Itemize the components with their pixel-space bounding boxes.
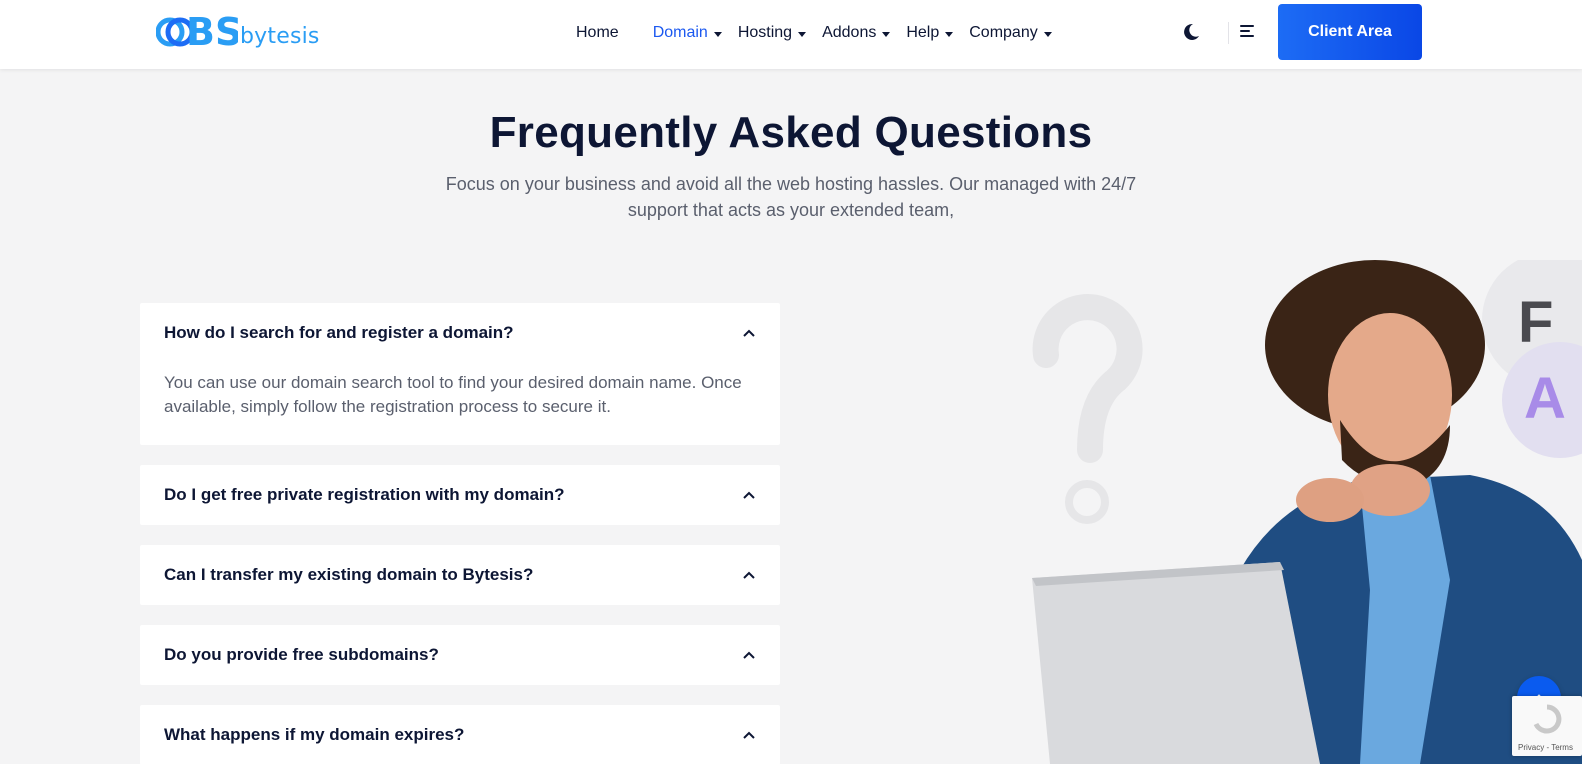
- faq-question: Do I get free private registration with …: [164, 485, 565, 504]
- chevron-up-icon: [743, 571, 755, 579]
- faq-question-toggle[interactable]: Do you provide free subdomains?: [140, 625, 780, 685]
- chevron-down-icon: [945, 31, 954, 37]
- logo-mark: BS: [156, 12, 238, 52]
- faq-question-toggle[interactable]: How do I search for and register a domai…: [140, 303, 780, 363]
- bubble-letter-f: F: [1518, 290, 1553, 355]
- chevron-down-icon: [798, 31, 807, 37]
- recaptcha-badge[interactable]: Privacy - Terms: [1512, 696, 1582, 756]
- faq-item: How do I search for and register a domai…: [140, 303, 780, 445]
- chevron-up-icon: [743, 329, 755, 337]
- site-header: BS bytesis Home Domain Hosting Addons He…: [0, 0, 1582, 69]
- moon-icon[interactable]: [1181, 22, 1201, 42]
- chevron-down-icon: [882, 31, 891, 37]
- person-hand: [1296, 478, 1364, 522]
- logo-letters: BS: [186, 12, 238, 52]
- nav-item-company[interactable]: Company: [969, 24, 1052, 42]
- chevron-up-icon: [743, 651, 755, 659]
- client-area-button[interactable]: Client Area: [1278, 4, 1422, 60]
- chevron-up-icon: [743, 491, 755, 499]
- chevron-down-icon: [1043, 31, 1052, 37]
- faq-question: Can I transfer my existing domain to Byt…: [164, 565, 534, 584]
- logo-name: bytesis: [240, 23, 320, 49]
- faq-item: What happens if my domain expires?: [140, 705, 780, 764]
- header-divider: [1228, 22, 1229, 44]
- recaptcha-icon: [1533, 704, 1562, 734]
- main-nav: Home Domain Hosting Addons Help Company: [576, 20, 1052, 46]
- recaptcha-links[interactable]: Privacy - Terms: [1518, 743, 1573, 752]
- faq-question: What happens if my domain expires?: [164, 725, 465, 744]
- faq-question: How do I search for and register a domai…: [164, 323, 514, 342]
- site-logo[interactable]: BS bytesis: [156, 12, 320, 52]
- nav-item-home[interactable]: Home: [576, 24, 619, 42]
- page-subtitle: Focus on your business and avoid all the…: [445, 174, 1137, 220]
- person-hand: [1350, 464, 1430, 516]
- faq-item: Can I transfer my existing domain to Byt…: [140, 545, 780, 605]
- faq-item: Do I get free private registration with …: [140, 465, 780, 525]
- faq-list: How do I search for and register a domai…: [140, 303, 780, 764]
- question-mark-icon: [1032, 294, 1143, 463]
- faq-item: Do you provide free subdomains?: [140, 625, 780, 685]
- chevron-up-icon: [743, 731, 755, 739]
- hamburger-icon[interactable]: [1240, 25, 1254, 37]
- nav-item-domain[interactable]: Domain: [653, 24, 722, 42]
- faq-question: Do you provide free subdomains?: [164, 645, 439, 664]
- faq-question-toggle[interactable]: What happens if my domain expires?: [140, 705, 780, 764]
- page-title: Frequently Asked Questions: [489, 108, 1093, 157]
- laptop: [1032, 562, 1320, 764]
- question-mark-dot: [1065, 480, 1109, 524]
- chevron-down-icon: [713, 31, 722, 37]
- nav-item-addons[interactable]: Addons: [822, 24, 891, 42]
- faq-question-toggle[interactable]: Can I transfer my existing domain to Byt…: [140, 545, 780, 605]
- bubble-letter-a: A: [1524, 366, 1566, 431]
- faq-question-toggle[interactable]: Do I get free private registration with …: [140, 465, 780, 525]
- faq-illustration: F A: [1032, 260, 1582, 764]
- nav-item-hosting[interactable]: Hosting: [738, 24, 807, 42]
- faq-answer: You can use our domain search tool to fi…: [164, 373, 742, 416]
- nav-item-help[interactable]: Help: [906, 24, 954, 42]
